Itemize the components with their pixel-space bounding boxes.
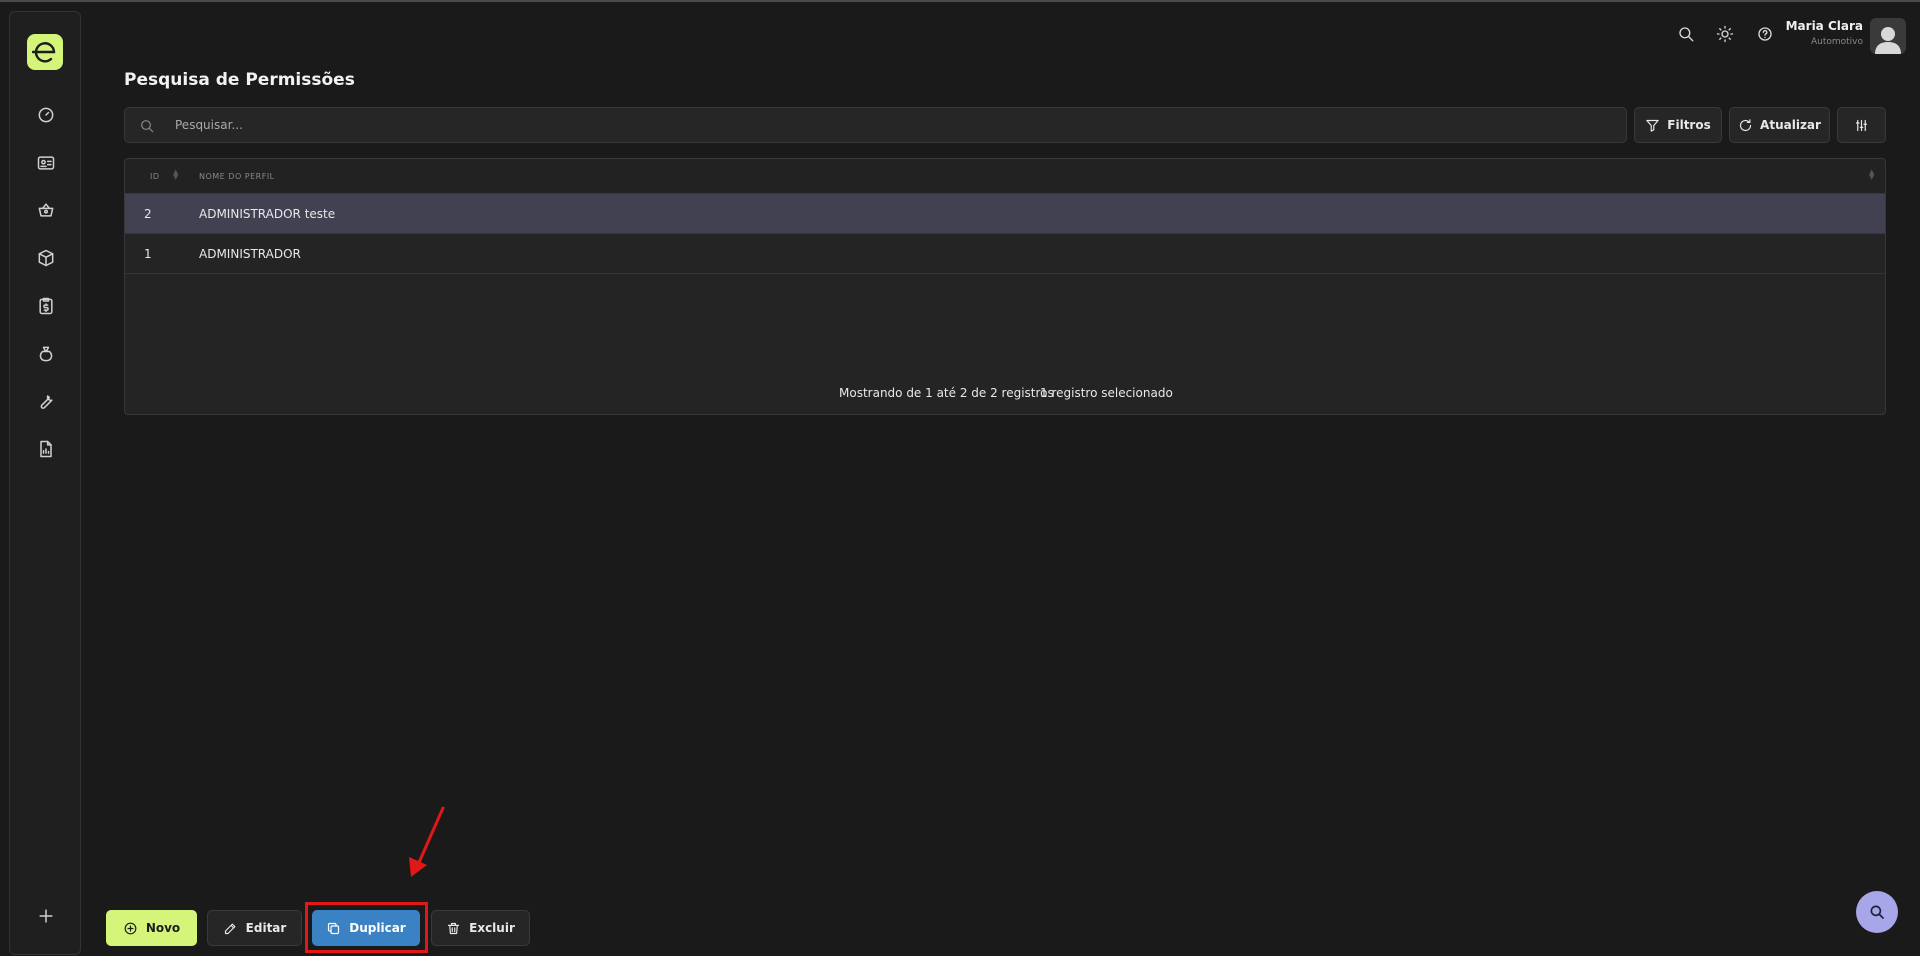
avatar[interactable] xyxy=(1870,18,1906,54)
search-box[interactable] xyxy=(124,107,1627,143)
basket-icon[interactable] xyxy=(34,198,58,222)
filter-icon xyxy=(1646,119,1659,132)
row-id: 2 xyxy=(144,207,152,221)
page-title: Pesquisa de Permissões xyxy=(124,70,355,90)
record-count-text: Mostrando de 1 até 2 de 2 registros xyxy=(839,386,1054,400)
new-button[interactable]: Novo xyxy=(106,910,197,946)
row-profile-name: ADMINISTRADOR xyxy=(199,247,301,261)
report-icon[interactable] xyxy=(34,437,58,461)
sidebar xyxy=(9,11,81,955)
theme-sun-icon[interactable] xyxy=(1713,22,1737,46)
duplicate-highlight-box xyxy=(305,902,428,953)
filters-label: Filtros xyxy=(1667,118,1711,132)
column-settings-button[interactable] xyxy=(1837,107,1886,143)
logo-e-icon xyxy=(32,42,56,63)
money-bag-icon[interactable] xyxy=(34,342,58,366)
fab-search-icon xyxy=(1870,905,1884,919)
user-company: Automotivo xyxy=(1810,37,1863,47)
id-card-icon[interactable] xyxy=(34,151,58,175)
refresh-button[interactable]: Atualizar xyxy=(1729,107,1830,143)
sort-id-icon[interactable]: ▲ ▼ xyxy=(173,169,178,181)
wrench-icon[interactable] xyxy=(34,389,58,413)
user-avatar-icon xyxy=(1875,27,1901,54)
window-top-border xyxy=(0,0,1920,2)
refresh-label: Atualizar xyxy=(1760,118,1821,132)
dashboard-icon[interactable] xyxy=(34,103,58,127)
edit-icon xyxy=(224,923,236,934)
help-icon[interactable] xyxy=(1753,22,1777,46)
sliders-icon xyxy=(1855,119,1868,131)
edit-button[interactable]: Editar xyxy=(207,910,302,946)
global-search-icon[interactable] xyxy=(1674,22,1698,46)
filters-button[interactable]: Filtros xyxy=(1634,107,1722,143)
package-icon[interactable] xyxy=(34,246,58,270)
sort-profile-name-icon[interactable]: ▲ ▼ xyxy=(1869,169,1874,181)
column-header-profile-name[interactable]: NOME DO PERFIL xyxy=(199,172,275,181)
trash-icon xyxy=(448,922,460,934)
annotation-arrow-icon xyxy=(409,806,445,877)
clipboard-dollar-icon[interactable] xyxy=(34,294,58,318)
selected-count-text: 1 registro selecionado xyxy=(1040,386,1173,400)
row-id: 1 xyxy=(144,247,152,261)
table-row[interactable]: 2 ADMINISTRADOR teste xyxy=(125,194,1885,234)
plus-circle-icon xyxy=(124,922,137,934)
delete-button[interactable]: Excluir xyxy=(431,910,530,946)
permissions-table: ID ▲ ▼ NOME DO PERFIL ▲ ▼ 2 ADMINISTRADOR … xyxy=(124,158,1886,415)
table-row[interactable]: 1 ADMINISTRADOR xyxy=(125,234,1885,274)
floating-search-button[interactable] xyxy=(1856,891,1898,933)
app-logo[interactable] xyxy=(27,34,63,70)
search-icon xyxy=(141,120,154,133)
search-input[interactable] xyxy=(175,108,1575,142)
column-header-id[interactable]: ID xyxy=(150,172,160,181)
add-icon[interactable] xyxy=(34,904,58,928)
delete-label: Excluir xyxy=(469,921,515,935)
table-header: ID ▲ ▼ NOME DO PERFIL ▲ ▼ xyxy=(125,159,1885,194)
new-label: Novo xyxy=(145,921,181,935)
edit-label: Editar xyxy=(245,921,287,935)
refresh-icon xyxy=(1740,118,1752,131)
row-profile-name: ADMINISTRADOR teste xyxy=(199,207,336,221)
user-name[interactable]: Maria Clara xyxy=(1786,19,1863,33)
